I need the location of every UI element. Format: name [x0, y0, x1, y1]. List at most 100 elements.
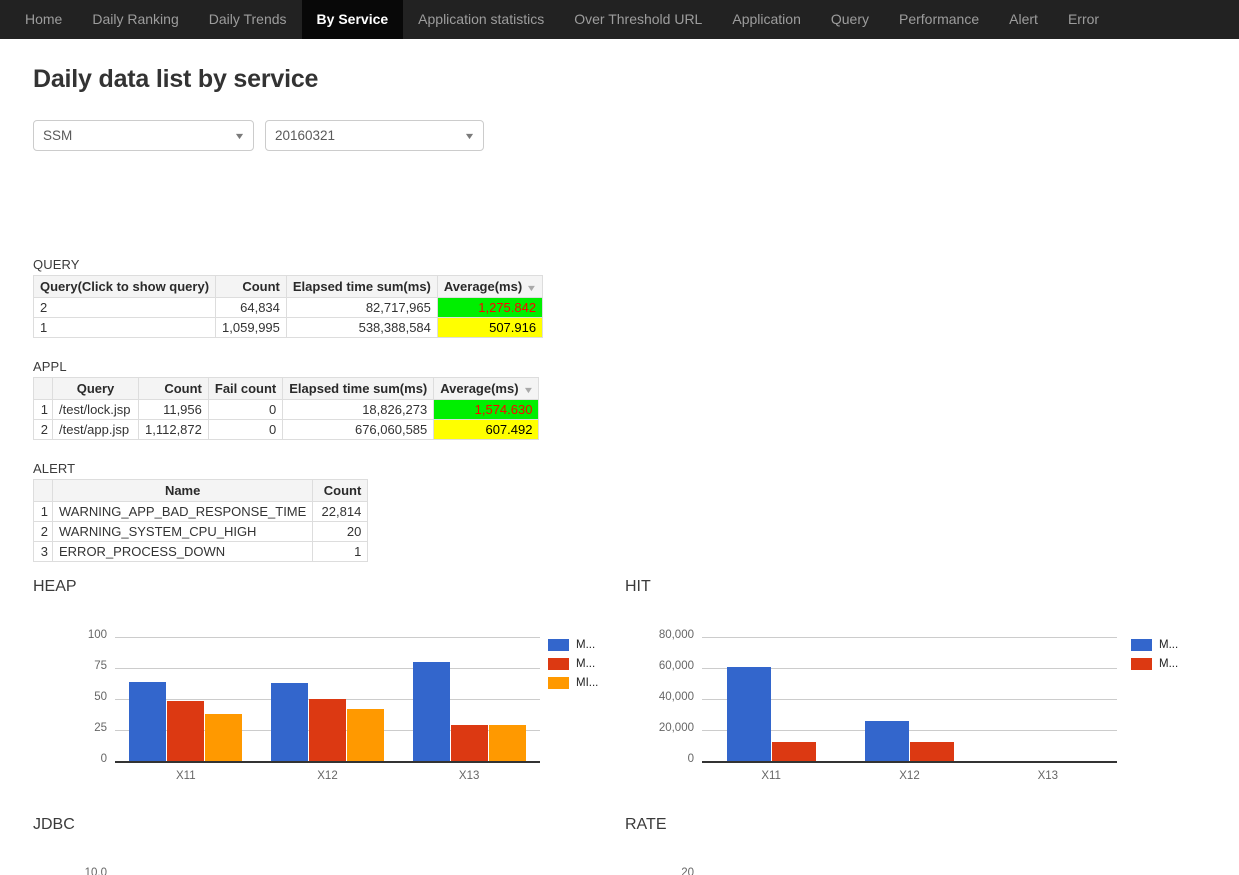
nav-item-error[interactable]: Error — [1053, 0, 1114, 39]
bar-X12-series-3[interactable] — [347, 709, 384, 761]
legend-label: MI... — [576, 676, 599, 689]
bar-X13-series-3[interactable] — [489, 725, 526, 761]
legend-item-2[interactable]: M... — [1131, 654, 1178, 673]
bar-X11-series-1[interactable] — [129, 682, 166, 761]
legend-color-swatch — [1131, 657, 1152, 670]
nav-item-performance[interactable]: Performance — [884, 0, 994, 39]
table-row[interactable]: 2 64,834 82,717,965 1,275.842 — [32, 297, 544, 318]
date-select-value: 20160321 — [275, 128, 336, 143]
y-axis-tick-label: 60,000 — [658, 660, 694, 672]
nav-item-label: Application — [732, 11, 801, 27]
table-row[interactable]: 3 ERROR_PROCESS_DOWN 1 — [33, 541, 369, 562]
x-axis-tick-label: X13 — [458, 770, 480, 782]
column-header-elapsed[interactable]: Elapsed time sum(ms) — [282, 377, 435, 400]
chart-plot-area: 0 25 50 75 100 X11 X12 X13 M... M... MI... — [33, 578, 625, 783]
nav-item-label: Daily Trends — [208, 11, 287, 27]
legend-color-swatch — [548, 638, 569, 651]
query-table-body: 2 64,834 82,717,965 1,275.842 1 1,059,995 538,… — [32, 297, 544, 338]
bar-X13-series-2[interactable] — [451, 725, 488, 761]
average-cell: 1,574.630 — [433, 399, 540, 420]
row-index: 1 — [33, 399, 53, 420]
count-cell: 1,112,872 — [138, 419, 209, 440]
count-cell: 11,956 — [138, 399, 209, 420]
bar-X11-series-2[interactable] — [167, 701, 204, 761]
x-axis-tick-label: X11 — [176, 770, 196, 782]
nav-item-daily-ranking[interactable]: Daily Ranking — [77, 0, 193, 39]
table-row[interactable]: 1 1,059,995 538,388,584 507.916 — [32, 317, 544, 338]
chart-legend: M... M... — [1131, 635, 1178, 673]
legend-item-3[interactable]: MI... — [548, 673, 598, 692]
table-header-row: Name Count — [33, 479, 369, 502]
bar-X11-series-2[interactable] — [772, 742, 816, 761]
column-header-count[interactable]: Count — [312, 479, 369, 502]
chevron-down-icon: ▼ — [463, 130, 476, 141]
column-header-average-label: Average(ms) — [440, 381, 519, 396]
table-row[interactable]: 2 WARNING_SYSTEM_CPU_HIGH 20 — [33, 521, 369, 542]
nav-item-over-threshold-url[interactable]: Over Threshold URL — [559, 0, 717, 39]
nav-item-label: Home — [25, 11, 63, 27]
query-cell: /test/app.jsp — [52, 419, 139, 440]
y-axis-tick-label: 20 — [681, 867, 694, 875]
fail-count-cell: 0 — [207, 419, 284, 440]
nav-item-application[interactable]: Application — [717, 0, 816, 39]
column-header-count[interactable]: Count — [215, 275, 287, 298]
table-row[interactable]: 2/test/app.jsp 1,112,872 0 676,060,585 607.4… — [33, 419, 540, 440]
date-select[interactable]: 20160321 ▼ — [265, 120, 484, 151]
column-header-average[interactable]: Average(ms) ▼ — [433, 377, 540, 400]
table-row[interactable]: 1/test/lock.jsp 11,956 0 18,826,273 1,574.63… — [33, 399, 540, 420]
column-header-name[interactable]: Name — [51, 479, 314, 502]
row-index: 1 — [33, 501, 53, 522]
column-header-query[interactable]: Query(Click to show query) — [32, 275, 217, 298]
gridline — [115, 668, 540, 669]
legend-item-1[interactable]: M... — [1131, 635, 1178, 654]
table-header-row: Query Count Fail count Elapsed time sum(… — [33, 377, 540, 400]
service-select-value: SSM — [43, 128, 73, 143]
row-index: 2 — [33, 521, 53, 542]
bar-X13-series-1[interactable] — [413, 662, 450, 761]
legend-item-1[interactable]: M... — [548, 635, 598, 654]
y-axis-tick-label: 50 — [94, 691, 107, 703]
column-header-query[interactable]: Query — [52, 377, 139, 400]
bar-X12-series-1[interactable] — [271, 683, 308, 761]
legend-color-swatch — [1131, 638, 1152, 651]
elapsed-cell: 82,717,965 — [285, 297, 438, 318]
elapsed-cell: 18,826,273 — [282, 399, 435, 420]
row-index: 2 — [33, 419, 53, 440]
bar-X12-series-1[interactable] — [865, 721, 909, 761]
chart-heap: HEAP 0 25 50 75 100 X11 X12 X13 M... M... MI... — [33, 578, 625, 783]
column-header-elapsed[interactable]: Elapsed time sum(ms) — [285, 275, 438, 298]
nav-item-label: Daily Ranking — [92, 11, 179, 27]
bar-X12-series-2[interactable] — [309, 699, 346, 761]
count-cell: 22,814 — [312, 501, 369, 522]
nav-item-daily-trends[interactable]: Daily Trends — [194, 0, 302, 39]
x-axis-tick-label: X12 — [317, 770, 338, 782]
sort-descending-icon: ▼ — [525, 283, 538, 293]
alert-table-label: ALERT — [33, 461, 76, 476]
query-table-block: QUERY Query(Click to show query) Count E… — [32, 257, 544, 338]
chart-plot-area: 0 20,000 40,000 60,000 80,000 X11 X12 X13 M... M.… — [625, 578, 1217, 783]
bar-X11-series-1[interactable] — [727, 667, 771, 761]
count-cell: 1 — [312, 541, 369, 562]
column-header-average[interactable]: Average(ms) ▼ — [436, 275, 544, 298]
bar-X12-series-2[interactable] — [910, 742, 954, 761]
nav-item-query[interactable]: Query — [816, 0, 884, 39]
table-row[interactable]: 1 WARNING_APP_BAD_RESPONSE_TIME 22,814 — [33, 501, 369, 522]
nav-item-by-service[interactable]: By Service — [301, 0, 404, 39]
x-axis-tick-label: X11 — [761, 770, 781, 782]
column-header-count[interactable]: Count — [138, 377, 209, 400]
nav-item-label: Error — [1067, 11, 1100, 27]
service-select[interactable]: SSM ▼ — [33, 120, 254, 151]
nav-item-application-statistics[interactable]: Application statistics — [403, 0, 559, 39]
nav-item-alert[interactable]: Alert — [994, 0, 1053, 39]
legend-color-swatch — [548, 657, 569, 670]
chart-legend: M... M... MI... — [548, 635, 598, 692]
y-axis-tick-label: 10.0 — [84, 867, 107, 875]
bar-X11-series-3[interactable] — [205, 714, 242, 761]
query-cell: 1 — [32, 317, 217, 338]
legend-item-2[interactable]: M... — [548, 654, 598, 673]
query-table: Query(Click to show query) Count Elapsed… — [32, 275, 544, 338]
column-header-fail-count[interactable]: Fail count — [207, 377, 284, 400]
x-axis-tick-label: X12 — [899, 770, 920, 782]
nav-item-home[interactable]: Home — [10, 0, 77, 39]
appl-table-body: 1/test/lock.jsp 11,956 0 18,826,273 1,574.63… — [33, 399, 540, 440]
